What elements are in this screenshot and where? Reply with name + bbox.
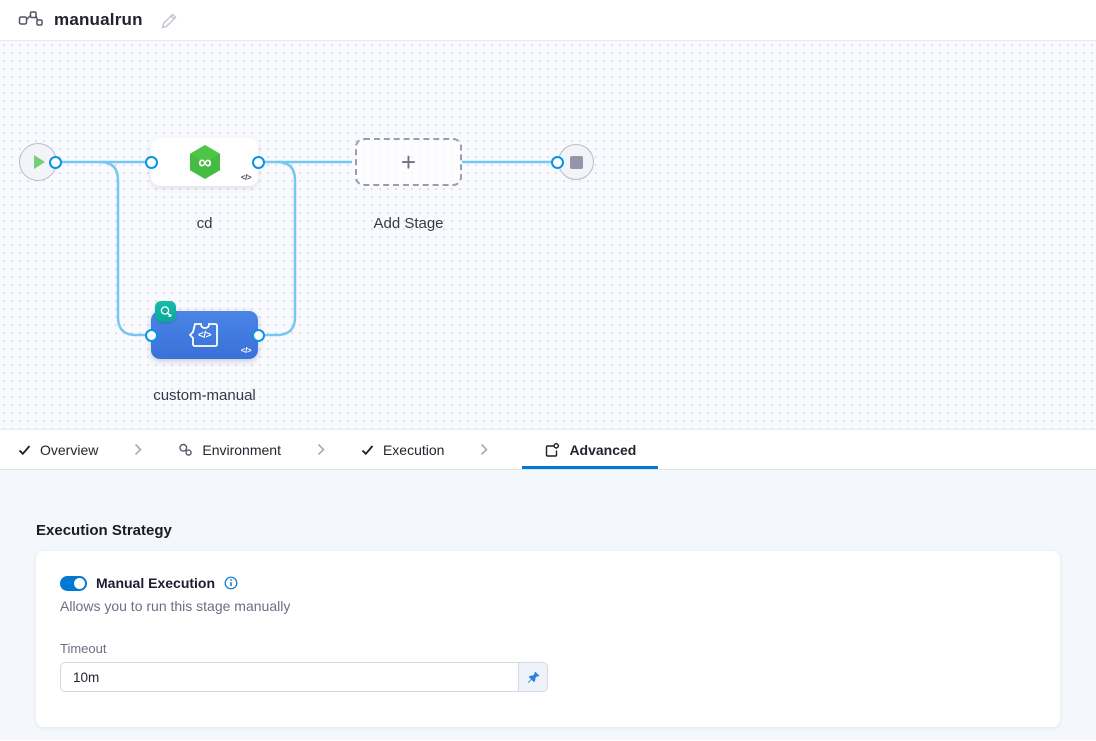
stop-icon	[570, 156, 583, 169]
yaml-code-glyph: </>	[241, 173, 251, 182]
tab-overview[interactable]: Overview	[16, 430, 100, 469]
tab-label: Overview	[40, 442, 98, 458]
add-stage-label: Add Stage	[325, 215, 492, 232]
tab-label: Advanced	[569, 442, 636, 458]
stage-node-cd[interactable]: ∞ </>	[151, 138, 258, 186]
edge-start-to-custom	[100, 162, 147, 335]
chevron-right-icon	[317, 430, 325, 469]
environment-icon	[178, 443, 193, 457]
timeout-input[interactable]	[61, 663, 518, 691]
pipeline-edges	[0, 41, 1096, 429]
port-cd-out[interactable]	[252, 156, 265, 169]
advanced-icon	[544, 442, 560, 458]
timeout-field-group	[60, 662, 548, 692]
tab-execution[interactable]: Execution	[359, 430, 446, 469]
port-start-out[interactable]	[49, 156, 62, 169]
tab-environment[interactable]: Environment	[176, 430, 283, 469]
manual-execution-label: Manual Execution	[96, 575, 215, 591]
page-title: manualrun	[54, 10, 143, 30]
manual-execution-description: Allows you to run this stage manually	[60, 598, 1036, 614]
pin-fixed-value-button[interactable]	[518, 663, 547, 691]
port-custom-out[interactable]	[252, 329, 265, 342]
check-icon	[18, 444, 31, 456]
play-icon	[34, 155, 45, 169]
info-icon[interactable]	[224, 576, 238, 590]
advanced-panel: Execution Strategy Manual Execution Allo…	[0, 470, 1096, 740]
edit-pencil-icon[interactable]	[160, 11, 179, 30]
pipeline-graph-icon	[18, 11, 43, 30]
pipeline-canvas[interactable]: ∞ </> + </> </> cd Add Stage custom-manu…	[0, 41, 1096, 429]
port-end-in[interactable]	[551, 156, 564, 169]
stage-label-cd: cd	[121, 215, 288, 232]
stage-config-tabs: Overview Environment Execution Advanced	[0, 429, 1096, 470]
port-custom-in[interactable]	[145, 329, 158, 342]
stage-label-custom-manual: custom-manual	[121, 387, 288, 404]
manual-execution-toggle[interactable]	[60, 576, 87, 591]
timeout-label: Timeout	[60, 641, 1036, 656]
tab-label: Execution	[383, 442, 444, 458]
svg-text:∞: ∞	[198, 153, 212, 174]
cd-hexagon-infinity-icon: ∞	[187, 144, 223, 180]
tab-advanced[interactable]: Advanced	[522, 430, 658, 469]
chevron-right-icon	[134, 430, 142, 469]
pin-icon	[527, 671, 540, 684]
execution-strategy-card: Manual Execution Allows you to run this …	[36, 551, 1060, 727]
check-icon	[361, 444, 374, 456]
plus-icon: +	[401, 149, 416, 175]
chevron-right-icon	[480, 430, 488, 469]
toggle-knob	[74, 578, 85, 589]
execution-strategy-heading: Execution Strategy	[36, 522, 1060, 539]
edge-custom-to-join	[263, 162, 295, 335]
port-cd-in[interactable]	[145, 156, 158, 169]
interactive-click-badge-icon	[155, 301, 176, 322]
yaml-code-glyph: </>	[241, 346, 251, 355]
custom-code-glyph: </>	[198, 330, 211, 341]
add-stage-button[interactable]: +	[355, 138, 462, 186]
tab-label: Environment	[202, 442, 281, 458]
pipeline-header: manualrun	[0, 0, 1096, 41]
